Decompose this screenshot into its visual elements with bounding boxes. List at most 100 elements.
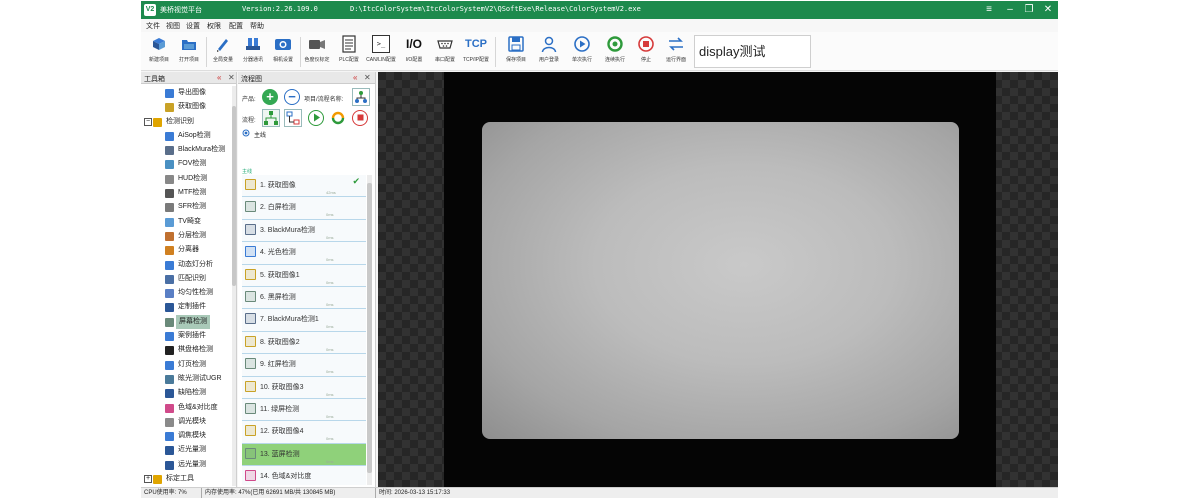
camera-settings-button[interactable]: 相机设置	[268, 35, 298, 69]
tool-icon	[165, 146, 174, 156]
toolbox-item[interactable]: 分层检测	[141, 229, 231, 243]
io-config-label: I/O配置	[405, 57, 423, 63]
flow-step[interactable]: 2. 白屏检测 0ms	[242, 197, 366, 220]
toolbox-item[interactable]: SFR检测	[141, 200, 231, 214]
menu-file[interactable]: 文件	[146, 21, 160, 31]
toolbox-item[interactable]: 匹配识别	[141, 272, 231, 286]
flow-tree-button[interactable]	[262, 109, 280, 127]
stop-icon	[638, 36, 654, 52]
tree-expander-icon[interactable]: −	[144, 117, 152, 126]
toolbox-item[interactable]: + 标定工具	[141, 472, 231, 486]
toolbox-item[interactable]: 屏幕检测	[141, 314, 231, 329]
toolbox-item[interactable]: 导出图像	[141, 86, 231, 100]
run-continuous-button[interactable]: 连续执行	[600, 35, 630, 69]
minimize-button[interactable]: –	[1003, 3, 1017, 17]
open-project-button[interactable]: 打开项目	[174, 35, 204, 69]
run-interface-button[interactable]: 运行界面	[661, 35, 691, 69]
toolbox-item[interactable]: 均匀性检测	[141, 286, 231, 300]
memory-usage: 内存使用率: 47%(已用 62691 MB/共 130845 MB)	[201, 488, 335, 498]
new-project-button[interactable]: 新建项目	[144, 35, 174, 69]
flow-run-button[interactable]	[308, 110, 324, 126]
flow-step[interactable]: 5. 获取图像1 0ms	[242, 264, 366, 287]
flow-step[interactable]: 10. 获取图像3 0ms	[242, 376, 366, 399]
tree-expander-icon[interactable]: +	[144, 475, 152, 484]
flow-step[interactable]: 7. BlackMura检测1 0ms	[242, 309, 366, 332]
menu-permissions[interactable]: 权限	[207, 21, 221, 31]
flow-step[interactable]: 14. 色域&对比度	[242, 466, 366, 485]
can-lin-config-button[interactable]: >_ CAN/LIN配置	[366, 35, 396, 69]
menu-settings[interactable]: 设置	[186, 21, 200, 31]
menu-view[interactable]: 视图	[166, 21, 180, 31]
toolbox-item[interactable]: 棋盘格检测	[141, 343, 231, 357]
toolbox-item[interactable]: 动态灯分析	[141, 258, 231, 272]
flow-step[interactable]: 9. 红屏检测 0ms	[242, 354, 366, 377]
toolbox-item[interactable]: 案例插件	[141, 329, 231, 343]
toolbox-collapse-icon[interactable]: «	[217, 73, 221, 83]
flow-edit-button[interactable]	[284, 109, 302, 127]
flow-collapse-icon[interactable]: «	[353, 73, 357, 83]
flow-step[interactable]: 13. 蓝屏检测 0ms	[242, 443, 366, 467]
flow-step[interactable]: 1. 获取图像 42ms ✔	[242, 175, 366, 198]
display-test-field[interactable]: display测试	[694, 35, 811, 68]
flow-scrollbar[interactable]	[367, 175, 372, 485]
flow-step[interactable]: 8. 获取图像2 0ms	[242, 331, 366, 355]
image-view[interactable]	[378, 72, 1058, 487]
add-product-button[interactable]: +	[262, 89, 278, 105]
project-tree-button[interactable]	[352, 88, 370, 106]
toolbox-item-label: 动态灯分析	[178, 260, 213, 268]
toolbox-item[interactable]: − 检测识别	[141, 115, 231, 129]
toolbox-item[interactable]: 眩光测试UGR	[141, 372, 231, 386]
menu-help[interactable]: 帮助	[250, 21, 264, 31]
flow-scroll-thumb[interactable]	[367, 183, 372, 473]
remove-product-button[interactable]: −	[284, 89, 300, 105]
step-time: 0ms	[326, 458, 334, 464]
tcp-ip-config-button[interactable]: TCP TCP/IP配置	[461, 35, 491, 69]
flow-step[interactable]: 12. 获取图像4 0ms	[242, 421, 366, 444]
toolbox-item[interactable]: 定制插件	[141, 300, 231, 314]
global-variable-button[interactable]: 全局变量	[208, 35, 238, 69]
toolbox-close-icon[interactable]: ✕	[228, 73, 235, 83]
menu-icon[interactable]: ≡	[982, 3, 996, 17]
toolbox-item[interactable]: BlackMura检测	[141, 143, 231, 157]
flow-stop-button[interactable]	[352, 110, 368, 126]
menu-config[interactable]: 配置	[229, 21, 243, 31]
stop-button[interactable]: 停止	[631, 35, 661, 69]
run-once-button[interactable]: 单次执行	[567, 35, 597, 69]
toolbox-item[interactable]: FOV检测	[141, 157, 231, 171]
toolbox-item[interactable]: 获取图像	[141, 100, 231, 114]
toolbox-item[interactable]: 分离器	[141, 243, 231, 257]
main-flow-node[interactable]: 主线	[242, 129, 266, 139]
save-project-button[interactable]: 保存项目	[501, 35, 531, 69]
toolbox-item[interactable]: 调光模块	[141, 415, 231, 429]
toolbox-item-label: 检测识别	[166, 117, 194, 125]
toolbox-scroll-thumb[interactable]	[232, 106, 236, 286]
toolbox-item[interactable]: 调焦模块	[141, 429, 231, 443]
toolbox-item[interactable]: 近光量测	[141, 443, 231, 457]
toolbox-item[interactable]: AiSop检测	[141, 129, 231, 143]
toolbox-item[interactable]: 色域&对比度	[141, 401, 231, 415]
stop-label: 停止	[640, 57, 651, 63]
flow-close-icon[interactable]: ✕	[364, 73, 371, 83]
io-config-button[interactable]: I/O I/O配置	[399, 35, 429, 69]
toolbox-item-label: 眩光测试UGR	[178, 374, 222, 382]
toolbox-item[interactable]: 缺陷检测	[141, 386, 231, 400]
colorimeter-calibration-button[interactable]: 色度仪标定	[302, 35, 332, 69]
toolbox-scrollbar[interactable]	[232, 86, 236, 486]
user-login-button[interactable]: 用户登录	[534, 35, 564, 69]
close-button[interactable]: ✕	[1041, 3, 1055, 17]
toolbox-item[interactable]: HUD检测	[141, 172, 231, 186]
flow-step[interactable]: 3. BlackMura检测 0ms	[242, 219, 366, 243]
flow-step[interactable]: 6. 黑屏检测 0ms	[242, 286, 366, 310]
device-communication-button[interactable]: 分器通讯	[238, 35, 268, 69]
toolbox-item[interactable]: 灯页检测	[141, 358, 231, 372]
serial-port-button[interactable]: 串口配置	[430, 35, 460, 69]
toolbox-item[interactable]: TV畸变	[141, 215, 231, 229]
toolbox-item[interactable]: MTF检测	[141, 186, 231, 200]
flow-step[interactable]: 11. 绿屏检测 0ms	[242, 398, 366, 422]
toolbox-item[interactable]: 远光量测	[141, 458, 231, 472]
plc-config-button[interactable]: PLC配置	[334, 35, 364, 69]
app-window: V2 美桥视觉平台 Version:2.26.109.0 D:\ItcColor…	[141, 1, 1058, 498]
maximize-button[interactable]: ❐	[1022, 3, 1036, 17]
flow-step[interactable]: 4. 光色检测 0ms	[242, 242, 366, 265]
flow-loop-button[interactable]	[330, 110, 346, 126]
